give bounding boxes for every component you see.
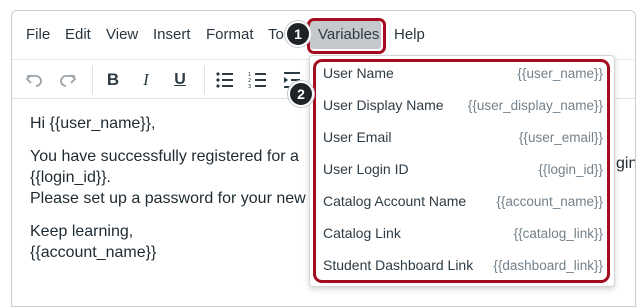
greeting-line: Hi {{user_name}}, [30,115,156,132]
menu-file[interactable]: File [26,26,50,43]
dropdown-item-catalog-link[interactable]: Catalog Link {{catalog_link}} [310,218,606,248]
dropdown-item-token: {{user_name}} [517,66,603,81]
toolbar-divider [204,66,205,94]
dropdown-item-label: User Name [323,65,394,81]
undo-icon[interactable] [23,69,45,91]
body-line-tail: gin [616,155,636,172]
dropdown-item-student-dashboard-link[interactable]: Student Dashboard Link {{dashboard_link}… [310,250,606,280]
dropdown-item-label: User Display Name [323,97,444,113]
svg-text:3: 3 [248,84,251,89]
numbered-list-icon[interactable]: 123 [247,69,269,91]
dropdown-item-catalog-account-name[interactable]: Catalog Account Name {{account_name}} [310,186,606,216]
menu-tools[interactable]: To [268,26,284,43]
dropdown-item-user-login-id[interactable]: User Login ID {{login_id}} [310,154,606,184]
underline-icon[interactable]: U [169,69,191,91]
dropdown-item-user-display-name[interactable]: User Display Name {{user_display_name}} [310,90,606,120]
dropdown-item-label: Catalog Link [323,225,401,241]
dropdown-item-label: User Login ID [323,161,409,177]
closing-line: Keep learning, [30,223,134,240]
dropdown-item-user-email[interactable]: User Email {{user_email}} [310,122,606,152]
dropdown-item-token: {{account_name}} [496,194,603,209]
redo-icon[interactable] [57,69,79,91]
callout-badge-2: 2 [288,81,314,107]
dropdown-item-token: {{dashboard_link}} [493,258,603,273]
signature-line: {{account_name}} [30,244,157,261]
body-line: You have successfully registered for a [30,148,299,165]
dropdown-item-token: {{catalog_link}} [513,226,603,241]
menu-view[interactable]: View [106,26,138,43]
menu-help[interactable]: Help [394,26,425,43]
toolbar-divider [92,66,93,94]
dropdown-item-label: Student Dashboard Link [323,257,474,273]
dropdown-item-user-name[interactable]: User Name {{user_name}} [310,58,606,88]
italic-icon[interactable]: I [135,69,157,91]
dropdown-item-token: {{login_id}} [538,162,603,177]
body-line: {{login_id}}. [30,169,111,186]
dropdown-item-token: {{user_email}} [518,130,603,145]
dropdown-item-label: User Email [323,129,392,145]
menu-edit[interactable]: Edit [65,26,91,43]
dropdown-item-token: {{user_display_name}} [467,98,603,113]
body-line: Please set up a password for your new [30,190,306,207]
menu-insert[interactable]: Insert [153,26,191,43]
bullet-list-icon[interactable] [214,69,236,91]
menu-format[interactable]: Format [206,26,254,43]
callout-badge-1: 1 [285,21,311,47]
dropdown-item-label: Catalog Account Name [323,193,467,209]
callout-outline [307,18,386,54]
bold-icon[interactable]: B [102,69,124,91]
editor-content[interactable]: Hi {{user_name}}, You have successfully … [30,113,306,263]
